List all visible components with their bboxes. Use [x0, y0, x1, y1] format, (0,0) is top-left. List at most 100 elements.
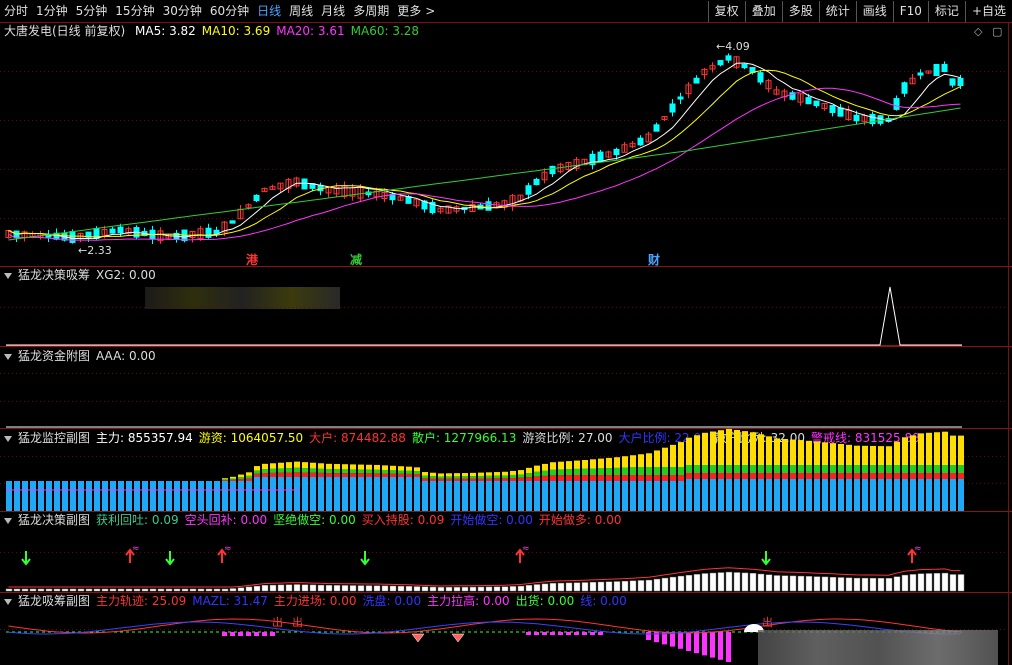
period-tab[interactable]: 5分钟 — [72, 0, 112, 22]
price-chart[interactable] — [0, 22, 1012, 267]
monitor-bar-yellow — [486, 472, 492, 476]
candle — [813, 100, 820, 107]
tool-button[interactable]: +自选 — [964, 1, 1012, 22]
decision-bar — [469, 586, 477, 592]
decision-bar — [949, 574, 957, 592]
monitor-bar-yellow — [782, 438, 788, 465]
monitor-bar-red — [438, 478, 444, 481]
candle — [805, 97, 812, 105]
absorb-bar — [670, 632, 675, 647]
monitor-bar-green — [406, 470, 412, 474]
absorb-bar — [678, 632, 683, 649]
period-tab[interactable]: 30分钟 — [159, 0, 206, 22]
monitor-bar — [422, 481, 428, 511]
candle — [933, 64, 940, 76]
tool-button[interactable]: 统计 — [818, 1, 856, 22]
monitor-bar-green — [582, 468, 588, 475]
aaa-chart[interactable] — [0, 346, 1012, 428]
monitor-bar-yellow — [350, 464, 356, 470]
monitor-bar-green — [374, 469, 380, 474]
period-tab[interactable]: 15分钟 — [111, 0, 158, 22]
absorb-bar — [222, 632, 227, 636]
monitor-bar-green — [566, 469, 572, 476]
decision-bar — [213, 588, 221, 592]
tool-button[interactable]: 叠加 — [744, 1, 782, 22]
monitor-chart[interactable] — [0, 428, 1012, 511]
decision-bar — [421, 586, 429, 592]
monitor-bar-yellow — [798, 440, 804, 465]
monitor-bar — [262, 477, 268, 511]
monitor-bar-green — [574, 468, 580, 475]
tool-button[interactable]: F10 — [892, 1, 928, 22]
absorb-bar — [710, 632, 715, 658]
period-tab[interactable]: 分时 — [0, 0, 32, 22]
tool-button[interactable]: 复权 — [707, 1, 745, 22]
monitor-bar-yellow — [526, 467, 532, 474]
monitor-bar-green — [686, 465, 692, 473]
candle — [893, 98, 900, 110]
monitor-bar-yellow — [550, 462, 556, 470]
candle — [109, 228, 116, 234]
monitor-bar-red — [502, 478, 508, 481]
monitor-bar — [86, 481, 92, 511]
period-tab[interactable]: 60分钟 — [206, 0, 253, 22]
monitor-bar-yellow — [638, 454, 644, 467]
decision-bar — [197, 588, 205, 592]
absorb-bar — [238, 632, 243, 636]
monitor-bar-red — [470, 478, 476, 481]
candle — [69, 231, 76, 243]
tool-button[interactable]: 画线 — [855, 1, 893, 22]
monitor-bar-green — [430, 476, 436, 479]
monitor-bar-green — [350, 469, 356, 474]
candle — [549, 165, 556, 175]
monitor-bar-yellow — [470, 472, 476, 477]
monitor-bar-red — [430, 478, 436, 481]
monitor-bar-yellow — [366, 464, 372, 470]
monitor-bar-green — [806, 465, 812, 473]
monitor-bar-yellow — [270, 463, 276, 469]
period-tab[interactable]: 月线 — [317, 0, 349, 22]
monitor-bar — [798, 479, 804, 511]
period-tab[interactable]: 1分钟 — [32, 0, 72, 22]
decision-bar — [133, 588, 141, 592]
period-tab[interactable]: 日线 — [253, 0, 285, 22]
period-tab[interactable]: 周线 — [285, 0, 317, 22]
monitor-bar-red — [302, 472, 308, 477]
decision-bar — [917, 573, 925, 592]
monitor-bar-green — [702, 465, 708, 473]
absorb-bar — [718, 632, 723, 660]
tool-button[interactable]: 标记 — [927, 1, 965, 22]
monitor-bar-yellow — [422, 472, 428, 476]
tool-button[interactable]: 多股 — [781, 1, 819, 22]
monitor-bar-yellow — [254, 466, 260, 471]
monitor-bar — [718, 479, 724, 511]
monitor-bar-red — [342, 473, 348, 477]
monitor-bar-green — [918, 465, 924, 473]
monitor-bar-red — [494, 478, 500, 481]
monitor-bar-green — [302, 468, 308, 473]
monitor-bar-yellow — [294, 461, 300, 468]
monitor-bar — [910, 479, 916, 511]
monitor-bar — [886, 479, 892, 511]
decision-bar — [101, 588, 109, 592]
monitor-bar — [726, 479, 732, 511]
monitor-bar-yellow — [382, 465, 388, 471]
monitor-bar-green — [246, 475, 252, 479]
decision-chart[interactable]: ≈ ≈ ≈ ≈ — [0, 511, 1012, 592]
period-tab[interactable]: 多周期 — [349, 0, 393, 22]
monitor-bar — [942, 479, 948, 511]
ma10-line — [8, 69, 961, 238]
monitor-bar — [686, 479, 692, 511]
monitor-bar-red — [350, 473, 356, 477]
monitor-bar — [110, 481, 116, 511]
xg-chart[interactable] — [0, 267, 1012, 347]
decision-bar — [669, 576, 677, 592]
chevron-right-icon[interactable]: > — [425, 0, 439, 22]
decision-bar — [717, 572, 725, 592]
monitor-bar — [102, 481, 108, 511]
period-tab[interactable]: 更多 — [393, 0, 425, 22]
monitor-bar-green — [414, 471, 420, 475]
monitor-bar — [878, 479, 884, 511]
monitor-bar-red — [582, 475, 588, 481]
monitor-bar-red — [950, 473, 956, 479]
